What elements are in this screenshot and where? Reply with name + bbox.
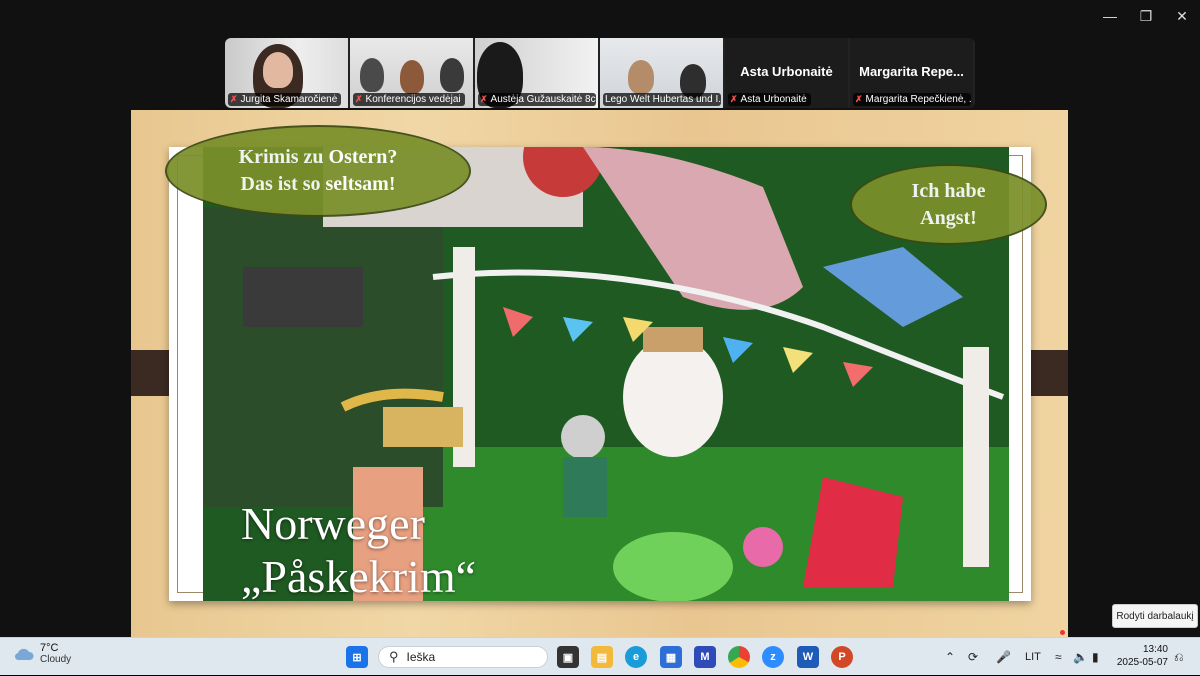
powerpoint-icon[interactable]: P xyxy=(831,646,853,668)
participant-name: ✗ Austėja Gužauskaitė 8c xyxy=(478,93,596,106)
zoom-meeting-window: — ❐ ✕ ✗ Jurgita Skamaročienė ✗ Konferencij… xyxy=(0,0,1200,637)
participant-tile[interactable]: ✗ Konferencijos vedėjai xyxy=(350,38,473,108)
participant-tile[interactable]: ✗ Jurgita Skamaročienė xyxy=(225,38,348,108)
app-icon[interactable]: M xyxy=(694,646,716,668)
window-controls: — ❐ ✕ xyxy=(1092,0,1200,32)
participant-tile[interactable]: Margarita Repe... ✗ Margarita Repečkienė,… xyxy=(850,38,973,108)
speaker-muted-icon[interactable]: 🔈 xyxy=(1073,638,1088,676)
windows-taskbar: 7°C Cloudy ⊞ ⚲ Ieška ▣ ▤ e ▦ M z W P ⌃ ⟳… xyxy=(0,637,1200,675)
mic-muted-icon: ✗ xyxy=(355,94,363,104)
slide-title: Norweger „Påskekrim“ xyxy=(241,498,477,602)
speech-bubble-right: Ich habe Angst! xyxy=(850,164,1047,245)
mic-muted-icon: ✗ xyxy=(480,94,488,104)
participant-name: ✗ Margarita Repečkienė, ... xyxy=(853,93,971,106)
shared-slide: Krimis zu Ostern? Das ist so seltsam! Ich… xyxy=(131,110,1068,637)
edge-browser-icon[interactable]: e xyxy=(625,646,647,668)
search-placeholder: Ieška xyxy=(406,650,436,664)
participant-name: ✗ Jurgita Skamaročienė xyxy=(228,93,342,106)
restore-icon[interactable]: ❐ xyxy=(1128,0,1164,32)
word-icon[interactable]: W xyxy=(797,646,819,668)
participant-tile[interactable]: Asta Urbonaitė ✗ Asta Urbonaitė xyxy=(725,38,848,108)
participant-big-name: Asta Urbonaitė xyxy=(740,64,833,79)
participant-name: Lego Welt Hubertas und I... xyxy=(603,93,721,106)
system-clock[interactable]: 13:40 2025-05-07 xyxy=(1110,643,1168,669)
zoom-icon[interactable]: z xyxy=(762,646,784,668)
cloud-icon xyxy=(14,648,34,660)
wifi-icon[interactable]: ≈ xyxy=(1055,638,1062,676)
participant-name: ✗ Asta Urbonaitė xyxy=(728,93,811,106)
start-windows-icon[interactable]: ⊞ xyxy=(346,646,368,668)
search-box[interactable]: ⚲ Ieška xyxy=(378,646,548,668)
close-icon[interactable]: ✕ xyxy=(1164,0,1200,32)
speech-bubble-left: Krimis zu Ostern? Das ist so seltsam! xyxy=(165,125,471,217)
tray-overflow-icon[interactable]: ⌃ xyxy=(945,638,955,676)
participant-strip: ✗ Jurgita Skamaročienė ✗ Konferencijos ved… xyxy=(225,38,975,108)
mic-muted-icon: ✗ xyxy=(855,94,863,104)
show-desktop-tooltip: Rodyti darbalaukį xyxy=(1112,604,1198,628)
slide-frame: Krimis zu Ostern? Das ist so seltsam! Ich… xyxy=(165,125,1047,602)
participant-tile-active[interactable]: Lego Welt Hubertas und I... xyxy=(600,38,723,108)
task-view-icon[interactable]: ▣ xyxy=(557,646,579,668)
participant-big-name: Margarita Repe... xyxy=(859,64,964,79)
file-explorer-icon[interactable]: ▤ xyxy=(591,646,613,668)
weather-widget[interactable]: 7°C Cloudy xyxy=(14,642,71,665)
mic-muted-icon: ✗ xyxy=(730,94,738,104)
weather-temp: 7°C xyxy=(40,642,59,654)
mic-muted-icon: ✗ xyxy=(230,94,238,104)
search-icon: ⚲ xyxy=(389,649,399,664)
battery-icon[interactable]: ▮ xyxy=(1092,638,1099,676)
microphone-icon[interactable]: 🎤 xyxy=(996,638,1011,676)
notification-bell-icon[interactable]: ⎌ xyxy=(1174,638,1184,676)
language-indicator[interactable]: LIT xyxy=(1025,638,1041,676)
recording-dot xyxy=(1060,630,1065,635)
sync-icon[interactable]: ⟳ xyxy=(968,638,978,676)
participant-name: ✗ Konferencijos vedėjai xyxy=(353,93,465,106)
weather-desc: Cloudy xyxy=(40,654,72,665)
chrome-icon[interactable] xyxy=(728,646,750,668)
participant-tile[interactable]: ✗ Austėja Gužauskaitė 8c xyxy=(475,38,598,108)
minimize-icon[interactable]: — xyxy=(1092,0,1128,32)
microsoft-store-icon[interactable]: ▦ xyxy=(660,646,682,668)
